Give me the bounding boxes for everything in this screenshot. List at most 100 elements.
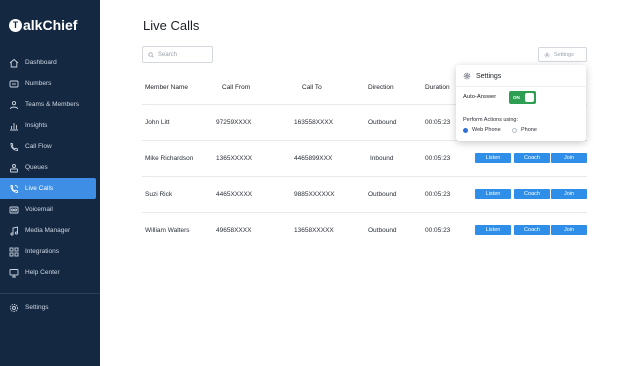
integrations-icon — [8, 246, 19, 257]
sidebar-item-label: Numbers — [25, 80, 52, 87]
join-button[interactable]: Join — [551, 225, 587, 235]
sidebar-item-queues[interactable]: Queues — [0, 157, 100, 178]
sidebar-item-media-manager[interactable]: Media Manager — [0, 220, 100, 241]
radio-selected-icon — [463, 127, 468, 133]
sidebar-item-label: Dashboard — [25, 59, 57, 66]
settings-popover: Settings Auto-Answer ON Perform Actions … — [456, 65, 586, 141]
duration-cell: 00:05:23 — [425, 119, 451, 126]
search-placeholder: Search — [158, 51, 178, 58]
music-icon — [8, 225, 19, 236]
direction-cell: Outbound — [368, 227, 397, 234]
radio-unselected-icon — [512, 127, 517, 133]
sidebar-item-label: Call Flow — [25, 143, 52, 150]
radio-phone[interactable]: Phone — [512, 127, 537, 133]
app-window: T alkChief Dashboard Numbers Teams & Mem… — [0, 0, 640, 366]
page-title: Live Calls — [143, 18, 200, 33]
gear-icon — [463, 72, 471, 80]
sidebar-item-label: Voicemail — [25, 206, 53, 213]
radio-label: Web Phone — [472, 127, 501, 133]
perform-actions-label: Perform Actions using: — [463, 117, 519, 123]
popover-title: Settings — [463, 72, 501, 80]
call-to-cell: 13658XXXXX — [294, 227, 334, 234]
call-to-cell: 9885XXXXXX — [294, 191, 335, 198]
auto-answer-toggle[interactable]: ON — [509, 91, 536, 104]
call-from-cell: 97259XXXX — [216, 119, 252, 126]
call-flow-icon — [8, 141, 19, 152]
call-to-cell: 4465899XXX — [294, 155, 333, 162]
sidebar-item-numbers[interactable]: Numbers — [0, 73, 100, 94]
toggle-knob — [525, 93, 534, 102]
join-button[interactable]: Join — [551, 153, 587, 163]
column-header-direction: Direction — [368, 84, 394, 91]
sidebar-item-insights[interactable]: Insights — [0, 115, 100, 136]
listen-button[interactable]: Listen — [475, 225, 511, 235]
phone-icon — [8, 183, 19, 194]
member-name-cell: William Walters — [145, 227, 190, 234]
logo-mark: T — [9, 18, 22, 32]
sidebar: T alkChief Dashboard Numbers Teams & Mem… — [0, 0, 100, 366]
help-icon — [8, 267, 19, 278]
gear-icon — [8, 302, 19, 313]
settings-button-label: Settings — [554, 51, 574, 58]
coach-button[interactable]: Coach — [514, 153, 550, 163]
sidebar-item-label: Insights — [25, 122, 48, 129]
sidebar-nav: Dashboard Numbers Teams & Members Insigh… — [0, 52, 100, 283]
direction-cell: Outbound — [368, 119, 397, 126]
logo-text: alkChief — [23, 17, 78, 33]
sidebar-item-label: Teams & Members — [25, 101, 80, 108]
search-input[interactable]: Search — [142, 46, 213, 63]
sidebar-item-teams-members[interactable]: Teams & Members — [0, 94, 100, 115]
coach-button[interactable]: Coach — [514, 225, 550, 235]
listen-button[interactable]: Listen — [475, 153, 511, 163]
call-from-cell: 1365XXXXX — [216, 155, 253, 162]
table-divider — [142, 212, 587, 213]
toggle-state-label: ON — [513, 95, 520, 100]
home-icon — [8, 57, 19, 68]
duration-cell: 00:05:23 — [425, 191, 451, 198]
join-button[interactable]: Join — [551, 189, 587, 199]
sidebar-item-settings[interactable]: Settings — [0, 297, 100, 318]
sidebar-item-call-flow[interactable]: Call Flow — [0, 136, 100, 157]
sidebar-item-label: Integrations — [25, 248, 59, 255]
popover-divider — [456, 86, 586, 87]
coach-button[interactable]: Coach — [514, 189, 550, 199]
sidebar-item-label: Settings — [25, 304, 49, 311]
sidebar-item-label: Queues — [25, 164, 48, 171]
column-header-member-name: Member Name — [145, 84, 188, 91]
sidebar-settings-section: Settings — [0, 297, 100, 318]
sidebar-item-dashboard[interactable]: Dashboard — [0, 52, 100, 73]
column-header-call-from: Call From — [222, 84, 251, 91]
voicemail-icon — [8, 204, 19, 215]
phone-numbers-icon — [8, 78, 19, 89]
sidebar-item-voicemail[interactable]: Voicemail — [0, 199, 100, 220]
duration-cell: 00:05:23 — [425, 155, 451, 162]
duration-cell: 00:05:23 — [425, 227, 451, 234]
sidebar-item-live-calls[interactable]: Live Calls — [0, 178, 96, 199]
call-from-cell: 49658XXXX — [216, 227, 252, 234]
call-from-cell: 4465XXXXX — [216, 191, 253, 198]
member-name-cell: John Litt — [145, 119, 170, 126]
settings-button[interactable]: Settings — [538, 47, 587, 62]
radio-web-phone[interactable]: Web Phone — [463, 127, 501, 133]
sidebar-item-label: Live Calls — [25, 185, 54, 192]
call-to-cell: 163558XXXX — [294, 119, 334, 126]
team-icon — [8, 99, 19, 110]
column-header-duration: Duration — [425, 84, 450, 91]
popover-title-text: Settings — [476, 72, 502, 80]
member-name-cell: Mike Richardson — [145, 155, 194, 162]
sidebar-item-integrations[interactable]: Integrations — [0, 241, 100, 262]
sidebar-item-label: Help Center — [25, 269, 60, 276]
auto-answer-label: Auto-Answer — [463, 94, 497, 100]
sidebar-item-help-center[interactable]: Help Center — [0, 262, 100, 283]
sidebar-divider — [0, 293, 100, 294]
direction-cell: Outbound — [368, 191, 397, 198]
bar-chart-icon — [8, 120, 19, 131]
radio-label: Phone — [521, 127, 537, 133]
logo[interactable]: T alkChief — [9, 17, 77, 33]
table-divider — [142, 176, 587, 177]
gear-icon — [544, 52, 550, 57]
search-icon — [148, 51, 154, 58]
listen-button[interactable]: Listen — [475, 189, 511, 199]
column-header-call-to: Call To — [302, 84, 322, 91]
queue-icon — [8, 162, 19, 173]
